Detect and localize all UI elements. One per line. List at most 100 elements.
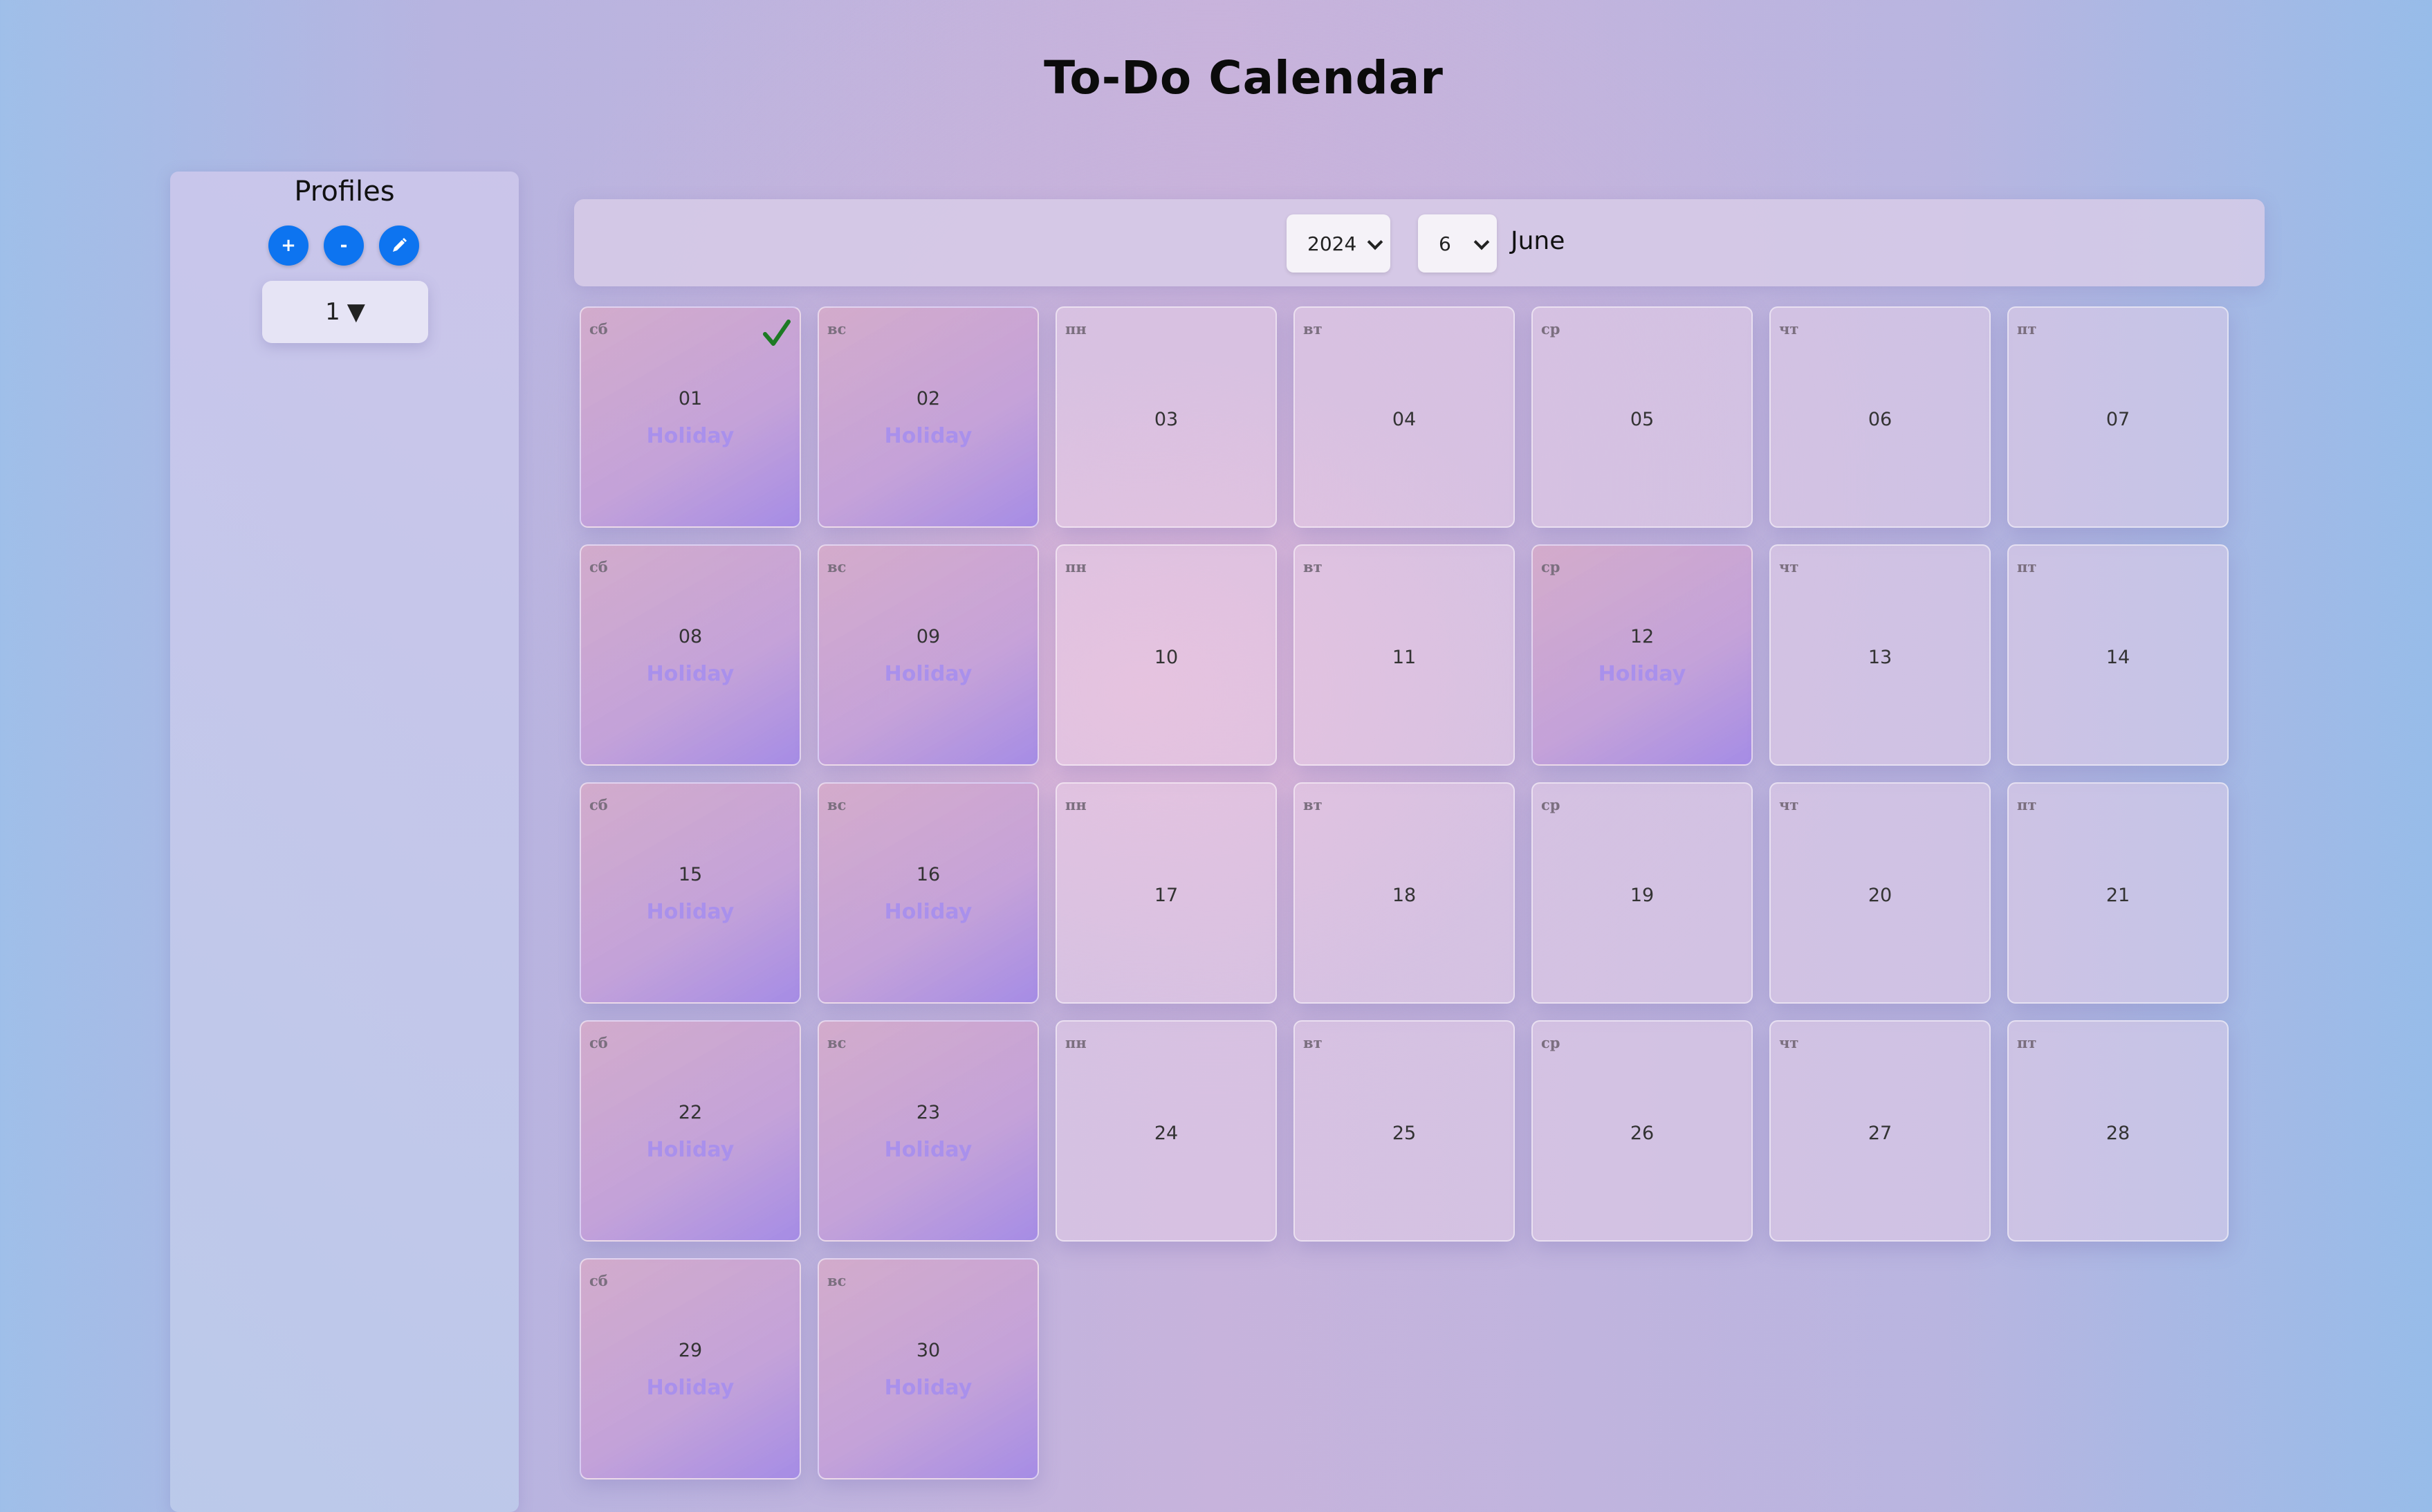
day-of-week-label: пт (2017, 320, 2037, 338)
calendar-day-cell[interactable]: чт 13 (1769, 544, 1991, 766)
calendar-day-cell[interactable]: пн 03 (1056, 306, 1277, 528)
calendar-day-cell[interactable]: пн 10 (1056, 544, 1277, 766)
calendar-day-cell[interactable]: чт 06 (1769, 306, 1991, 528)
checkmark-icon (763, 320, 791, 346)
calendar-day-cell[interactable]: пт 28 (2007, 1020, 2229, 1242)
day-number: 10 (1154, 647, 1179, 668)
chevron-down-icon (1473, 234, 1490, 250)
add-profile-button[interactable]: + (268, 225, 308, 266)
calendar-day-cell[interactable]: вт 25 (1293, 1020, 1515, 1242)
day-of-week-label: пт (2017, 558, 2037, 575)
day-of-week-label: ср (1541, 558, 1560, 575)
calendar-day-cell[interactable]: пт 21 (2007, 782, 2229, 1004)
holiday-label: Holiday (646, 900, 735, 924)
day-of-week-label: пн (1065, 796, 1087, 813)
day-of-week-label: чт (1779, 796, 1799, 813)
holiday-label: Holiday (884, 1138, 973, 1162)
day-number: 21 (2106, 885, 2130, 906)
day-number: 09 (916, 626, 941, 647)
day-number: 08 (678, 626, 703, 647)
day-of-week-label: вт (1303, 796, 1323, 813)
calendar-day-cell[interactable]: пн 17 (1056, 782, 1277, 1004)
day-of-week-label: сб (589, 1034, 608, 1051)
profiles-title: Profiles (294, 176, 395, 208)
day-number: 29 (678, 1340, 703, 1361)
day-of-week-label: вс (827, 1034, 847, 1051)
day-of-week-label: вт (1303, 1034, 1323, 1051)
add-profile-label: + (281, 235, 296, 256)
calendar-day-cell[interactable]: сб 22 Holiday (580, 1020, 801, 1242)
day-number: 26 (1630, 1123, 1655, 1144)
day-number: 13 (1868, 647, 1892, 668)
holiday-label: Holiday (884, 1376, 973, 1400)
holiday-label: Holiday (646, 1138, 735, 1162)
month-select[interactable]: 6 (1418, 214, 1497, 273)
calendar-day-cell[interactable]: сб 29 Holiday (580, 1258, 801, 1479)
holiday-label: Holiday (884, 424, 973, 448)
day-number: 06 (1868, 409, 1892, 430)
day-number: 04 (1392, 409, 1417, 430)
day-number: 05 (1630, 409, 1655, 430)
day-number: 12 (1630, 626, 1655, 647)
calendar-day-cell[interactable]: вт 04 (1293, 306, 1515, 528)
profile-select[interactable]: 1 ▼ (262, 281, 428, 343)
day-number: 07 (2106, 409, 2130, 430)
day-number: 11 (1392, 647, 1417, 668)
calendar-day-cell[interactable]: вт 18 (1293, 782, 1515, 1004)
holiday-label: Holiday (646, 1376, 735, 1400)
year-select[interactable]: 2024 (1287, 214, 1390, 273)
day-number: 25 (1392, 1123, 1417, 1144)
edit-profile-button[interactable] (379, 225, 419, 266)
profile-select-value: 1 (325, 298, 340, 326)
calendar-day-cell[interactable]: чт 27 (1769, 1020, 1991, 1242)
remove-profile-button[interactable]: - (324, 225, 364, 266)
calendar-day-cell[interactable]: вс 09 Holiday (818, 544, 1039, 766)
day-number: 18 (1392, 885, 1417, 906)
day-of-week-label: сб (589, 320, 608, 338)
calendar-day-cell[interactable]: вс 02 Holiday (818, 306, 1039, 528)
calendar-day-cell[interactable]: чт 20 (1769, 782, 1991, 1004)
day-number: 14 (2106, 647, 2130, 668)
day-number: 28 (2106, 1123, 2130, 1144)
day-of-week-label: вс (827, 558, 847, 575)
day-number: 01 (678, 388, 703, 409)
calendar-day-cell[interactable]: вс 16 Holiday (818, 782, 1039, 1004)
holiday-label: Holiday (884, 662, 973, 686)
day-of-week-label: вт (1303, 320, 1323, 338)
day-number: 24 (1154, 1123, 1179, 1144)
day-number: 22 (678, 1102, 703, 1123)
calendar-day-cell[interactable]: ср 19 (1531, 782, 1753, 1004)
day-of-week-label: сб (589, 558, 608, 575)
calendar-day-cell[interactable]: пт 14 (2007, 544, 2229, 766)
calendar-day-cell[interactable]: сб 15 Holiday (580, 782, 801, 1004)
calendar-day-cell[interactable]: пт 07 (2007, 306, 2229, 528)
day-of-week-label: сб (589, 796, 608, 813)
profiles-sidebar: Profiles (170, 172, 519, 1512)
day-of-week-label: пн (1065, 1034, 1087, 1051)
day-of-week-label: ср (1541, 1034, 1560, 1051)
page-title: To-Do Calendar (1044, 51, 1444, 104)
calendar-toolbar: 2024 6 June (574, 199, 2265, 286)
day-of-week-label: пн (1065, 320, 1087, 338)
calendar-day-cell[interactable]: ср 12 Holiday (1531, 544, 1753, 766)
month-name: June (1511, 227, 1565, 255)
calendar-day-cell[interactable]: вт 11 (1293, 544, 1515, 766)
calendar-day-cell[interactable]: ср 05 (1531, 306, 1753, 528)
day-number: 30 (916, 1340, 941, 1361)
day-number: 15 (678, 864, 703, 885)
year-select-value: 2024 (1307, 232, 1357, 255)
holiday-label: Holiday (646, 662, 735, 686)
calendar-day-cell[interactable]: ср 26 (1531, 1020, 1753, 1242)
day-number: 03 (1154, 409, 1179, 430)
remove-profile-label: - (340, 235, 348, 256)
calendar-day-cell[interactable]: вс 23 Holiday (818, 1020, 1039, 1242)
calendar-day-cell[interactable]: пн 24 (1056, 1020, 1277, 1242)
day-of-week-label: чт (1779, 558, 1799, 575)
day-number: 17 (1154, 885, 1179, 906)
day-of-week-label: чт (1779, 1034, 1799, 1051)
holiday-label: Holiday (884, 900, 973, 924)
calendar-day-cell[interactable]: вс 30 Holiday (818, 1258, 1039, 1479)
calendar-day-cell[interactable]: сб 01 Holiday (580, 306, 801, 528)
calendar-day-cell[interactable]: сб 08 Holiday (580, 544, 801, 766)
chevron-down-icon (1367, 234, 1383, 250)
